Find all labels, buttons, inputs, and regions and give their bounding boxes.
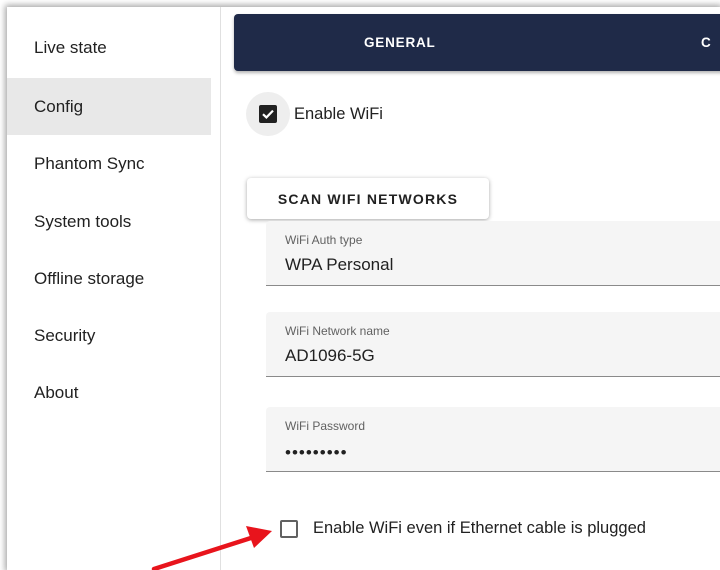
sidebar-item-label: Offline storage bbox=[34, 268, 145, 288]
scan-wifi-networks-button[interactable]: SCAN WIFI NETWORKS bbox=[247, 178, 489, 219]
field-label: WiFi Auth type bbox=[285, 233, 363, 247]
enable-wifi-label: Enable WiFi bbox=[294, 104, 383, 123]
sidebar-item-about[interactable]: About bbox=[7, 364, 211, 421]
field-value: ••••••••• bbox=[285, 443, 348, 462]
tab-bar: GENERAL C bbox=[234, 14, 720, 71]
enable-wifi-with-ethernet-checkbox[interactable]: Enable WiFi even if Ethernet cable is pl… bbox=[280, 519, 646, 538]
check-icon bbox=[262, 109, 274, 119]
wifi-password-input[interactable]: WiFi Password ••••••••• bbox=[266, 407, 720, 472]
tab-next[interactable]: C bbox=[701, 14, 712, 71]
sidebar-item-live-state[interactable]: Live state bbox=[7, 19, 211, 76]
enable-wifi-with-ethernet-label: Enable WiFi even if Ethernet cable is pl… bbox=[313, 519, 646, 537]
sidebar-item-security[interactable]: Security bbox=[7, 307, 211, 364]
app-window: Live state Config Phantom Sync System to… bbox=[7, 7, 720, 570]
config-panel: GENERAL C Enable WiFi SCAN WIFI NETWORKS… bbox=[221, 7, 720, 570]
tab-general[interactable]: GENERAL bbox=[364, 14, 436, 71]
checkbox-unchecked[interactable] bbox=[280, 519, 298, 538]
enable-wifi-checkbox[interactable]: Enable WiFi bbox=[246, 92, 383, 136]
sidebar-item-config[interactable]: Config bbox=[7, 78, 211, 135]
sidebar-item-label: Live state bbox=[34, 37, 107, 57]
sidebar-item-phantom-sync[interactable]: Phantom Sync bbox=[7, 135, 211, 192]
sidebar: Live state Config Phantom Sync System to… bbox=[7, 7, 221, 570]
checkbox-halo bbox=[246, 92, 290, 136]
sidebar-item-offline-storage[interactable]: Offline storage bbox=[7, 250, 211, 307]
field-value: WPA Personal bbox=[285, 255, 394, 274]
sidebar-item-system-tools[interactable]: System tools bbox=[7, 193, 211, 250]
field-value: AD1096-5G bbox=[285, 346, 375, 365]
wifi-auth-type-select[interactable]: WiFi Auth type WPA Personal bbox=[266, 221, 720, 286]
field-label: WiFi Network name bbox=[285, 324, 390, 338]
checkbox-checked[interactable] bbox=[259, 105, 277, 123]
sidebar-item-label: About bbox=[34, 382, 79, 402]
field-label: WiFi Password bbox=[285, 419, 366, 433]
sidebar-item-label: System tools bbox=[34, 211, 132, 231]
wifi-network-name-input[interactable]: WiFi Network name AD1096-5G bbox=[266, 312, 720, 377]
sidebar-item-label: Security bbox=[34, 325, 96, 345]
sidebar-item-label: Config bbox=[34, 96, 84, 116]
sidebar-item-label: Phantom Sync bbox=[34, 153, 145, 173]
